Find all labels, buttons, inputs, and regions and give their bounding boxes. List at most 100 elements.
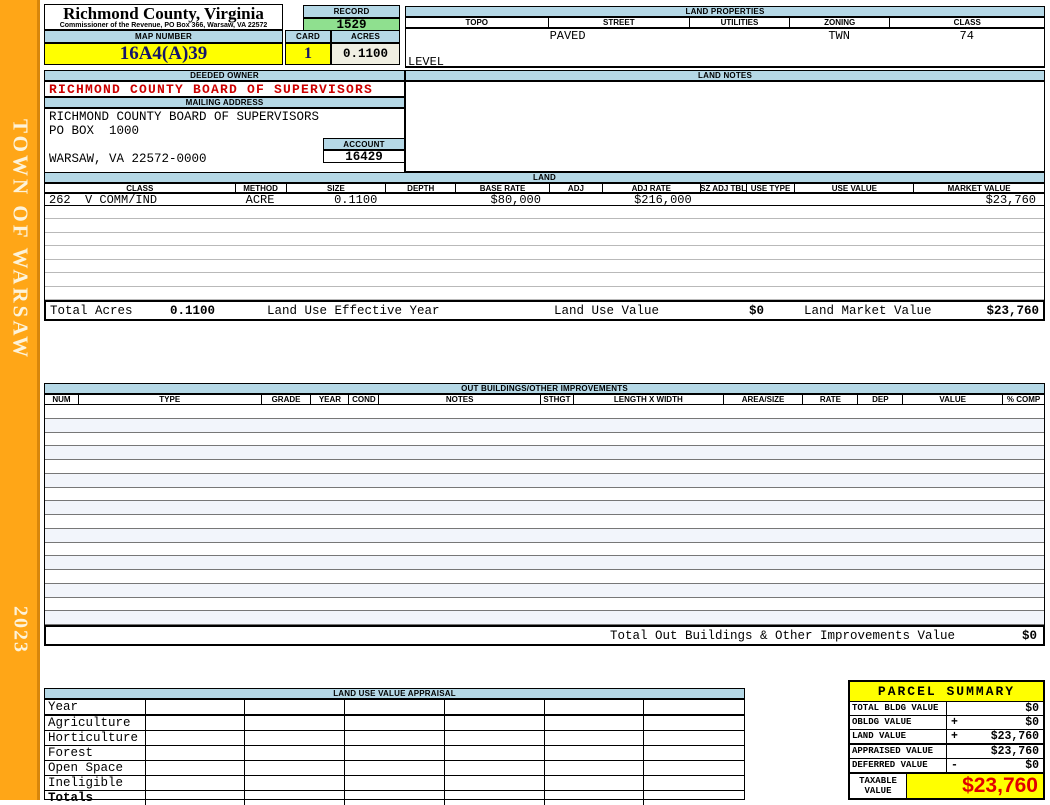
out-buildings-rows — [44, 405, 1045, 625]
cell-adj-rate: $216,000 — [634, 193, 692, 206]
col-sthgt: STHGT — [540, 395, 573, 404]
land-properties-title: LAND PROPERTIES — [405, 6, 1045, 17]
col-sz-adj-tbl: SZ ADJ TBL — [699, 184, 746, 192]
land-use-cell — [644, 731, 744, 745]
empty-row — [45, 570, 1044, 584]
summary-row-taxable: TAXABLE VALUE $23,760 — [850, 772, 1043, 798]
value: $23,760 — [990, 744, 1039, 758]
empty-row — [45, 515, 1044, 529]
cell-base-rate: $80,000 — [490, 193, 541, 206]
total-acres-value: 0.1100 — [170, 304, 216, 318]
land-use-cell — [146, 716, 246, 730]
deeded-owner-label: DEEDED OWNER — [44, 70, 405, 81]
col-cond: COND — [348, 395, 378, 404]
land-use-cell — [445, 761, 545, 775]
account-value: 16429 — [323, 150, 405, 164]
cell-method: ACRE — [245, 193, 275, 206]
col-adj: ADJ — [548, 184, 602, 192]
empty-row — [45, 405, 1044, 419]
value: $23,760 — [990, 729, 1039, 743]
land-properties-values: LEVEL PAVED 100 + FEET PAVED TWN 74 — [405, 28, 1045, 147]
land-use-cell — [345, 731, 445, 745]
col-num: NUM — [52, 395, 71, 404]
land-use-cell — [644, 746, 744, 760]
land-use-cell — [245, 731, 346, 745]
land-use-cell — [445, 746, 545, 760]
land-use-cell — [644, 776, 744, 790]
land-use-appraisal-title: LAND USE VALUE APPRAISAL — [44, 688, 745, 699]
market-value-label: Land Market Value — [804, 304, 932, 318]
card-value: 1 — [285, 43, 331, 65]
land-use-row: Open Space — [45, 761, 744, 776]
land-use-cell — [445, 731, 545, 745]
land-use-cell — [545, 731, 645, 745]
col-dep: DEP — [857, 395, 902, 404]
col-class: CLASS — [126, 184, 154, 192]
land-use-row: Agriculture — [45, 716, 744, 731]
col-notes: NOTES — [378, 395, 540, 404]
summary-row-deferred: DEFERRED VALUE - $0 — [850, 758, 1043, 773]
account-label: ACCOUNT — [323, 138, 405, 150]
empty-row — [45, 418, 1044, 433]
land-header: CLASS METHOD SIZE DEPTH BASE RATE ADJ AD… — [44, 183, 1045, 193]
summary-row-appraised: APPRAISED VALUE $23,760 — [850, 743, 1043, 759]
sidebar-year: 2023 — [9, 606, 32, 654]
value: $0 — [1025, 715, 1039, 729]
empty-row — [45, 233, 1044, 247]
effective-year-label: Land Use Effective Year — [267, 304, 440, 318]
empty-row — [45, 611, 1044, 625]
land-use-cell — [146, 776, 246, 790]
land-use-row: Totals — [45, 791, 744, 805]
use-value: $0 — [748, 304, 764, 318]
summary-row-obldg: OBLDG VALUE + $0 — [850, 715, 1043, 730]
out-buildings-header: NUM TYPE GRADE YEAR COND NOTES STHGT LEN… — [44, 394, 1045, 405]
col-zoning: ZONING — [788, 18, 890, 27]
col-size: SIZE — [285, 184, 386, 192]
col-type: TYPE — [77, 395, 261, 404]
land-use-row-label: Year — [45, 700, 146, 714]
taxable-label: TAXABLE VALUE — [850, 773, 907, 798]
empty-row — [45, 246, 1044, 260]
empty-row — [45, 598, 1044, 612]
col-year: YEAR — [310, 395, 348, 404]
land-use-cell — [146, 700, 246, 714]
land-use-cell — [245, 791, 346, 805]
empty-row — [45, 219, 1044, 233]
total-acres-label: Total Acres — [50, 304, 133, 318]
land-use-cell — [245, 746, 346, 760]
land-use-cell — [345, 776, 445, 790]
summary-row-total-bldg: TOTAL BLDG VALUE $0 — [850, 701, 1043, 716]
summary-row-land: LAND VALUE + $23,760 — [850, 729, 1043, 744]
col-topo: TOPO — [465, 18, 489, 27]
empty-row — [45, 556, 1044, 570]
land-use-cell — [545, 761, 645, 775]
col-area-size: AREA/SIZE — [722, 395, 803, 404]
use-value-label: Land Use Value — [554, 304, 660, 318]
out-buildings-title: OUT BUILDINGS/OTHER IMPROVEMENTS — [44, 383, 1045, 394]
land-use-cell — [245, 700, 346, 714]
land-use-cell — [644, 791, 744, 805]
land-use-cell — [146, 731, 246, 745]
land-use-cell — [146, 791, 246, 805]
acres-value: 0.1100 — [331, 43, 400, 65]
sidebar-town-title: TOWN OF WARSAW — [8, 119, 33, 361]
land-use-cell — [345, 761, 445, 775]
land-use-cell — [545, 700, 645, 714]
land-use-row-label: Ineligible — [45, 776, 146, 790]
cell-market-value: $23,760 — [985, 193, 1036, 206]
market-value: $23,760 — [986, 304, 1039, 318]
land-properties-header: TOPO STREET UTILITIES ZONING CLASS — [405, 17, 1045, 28]
land-use-cell — [146, 746, 246, 760]
empty-row — [45, 260, 1044, 274]
empty-row — [45, 501, 1044, 515]
empty-row — [45, 446, 1044, 460]
empty-row — [45, 528, 1044, 543]
col-class: CLASS — [889, 18, 1044, 27]
col-method: METHOD — [234, 184, 286, 192]
col-utilities: UTILITIES — [689, 18, 789, 27]
county-header: Richmond County, Virginia Commissioner o… — [44, 4, 283, 30]
land-use-cell — [445, 716, 545, 730]
land-use-cell — [445, 776, 545, 790]
land-use-table: Year Agriculture Horticulture Forest Open Sp… — [44, 699, 745, 805]
col-length-width: LENGTH X WIDTH — [572, 395, 723, 404]
